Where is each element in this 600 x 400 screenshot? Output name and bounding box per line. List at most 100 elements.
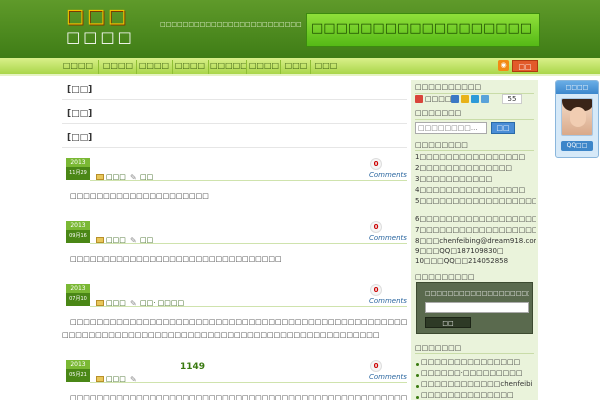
divider [415, 150, 534, 151]
site-header: □□□ □□□□ □□□□□□□□□□□□□□□□□□□□□□□□□ □□□□□□… [0, 0, 600, 58]
divider [62, 99, 407, 100]
nav-separator [136, 60, 137, 74]
qq-chat-button[interactable]: QQ□□ [561, 141, 593, 151]
nav-item-3[interactable]: □□□□ [138, 61, 170, 74]
post-item: 2013 07月10 □□□ ✎ □□· □□□□ 0 Comments □□□… [62, 284, 407, 359]
date-day: 09月16 [66, 230, 90, 243]
post-excerpt: □□□□□□□□□□□□□□□□□□□□□□□□□□□□□□□□□□□□□□□□… [70, 394, 407, 400]
links-widget-title: □□□□□□□□ [415, 141, 468, 149]
nav-item-6[interactable]: □□□□ [248, 61, 280, 74]
search-widget-title: □□□□□□□ [415, 109, 462, 117]
nav-separator [310, 60, 311, 74]
divider [90, 382, 407, 383]
page: □□□ □□□□ □□□□□□□□□□□□□□□□□□□□□□□□□ □□□□□□… [0, 0, 600, 400]
recent-post-link[interactable]: □□□□□□·□□□□□□□□□ [421, 369, 533, 377]
subscribe-label: □□□□□□□□□□□□□□□□□□□ [425, 290, 529, 297]
sidebar-link[interactable]: 1□□□□□□□□□□□□□□□□ [415, 152, 536, 163]
bullet-icon [416, 363, 419, 366]
divider [415, 119, 534, 120]
service-title: □□□□ [556, 81, 598, 94]
date-day: 11月29 [66, 167, 90, 180]
banner-slogan: □□□□□□□□□□□□□□□□□□ [311, 21, 533, 36]
nav-separator [208, 60, 209, 74]
post-item: 2013 05月21 1149 □□□ ✎ 0 Comments □□□□□□□… [62, 360, 407, 400]
share-icon[interactable] [481, 95, 489, 103]
sidebar-link[interactable]: 7□□□□□□□□□□□□□□□□□□□□□□□ [415, 225, 536, 236]
date-badge: 2013 05月21 [66, 360, 90, 382]
nav-item-1[interactable]: □□□□ [62, 61, 94, 74]
recent-post-link[interactable]: □□□□□□□□□□□□chenfeibing.org [421, 380, 533, 388]
nav-item-2[interactable]: □□□□ [102, 61, 134, 74]
share-icon[interactable] [471, 95, 479, 103]
share-icon[interactable] [451, 95, 459, 103]
sidebar-link[interactable]: 9□□□QQ□187109830□ [415, 246, 536, 257]
subscribe-submit-button[interactable]: □□ [425, 317, 471, 328]
sidebar-link[interactable]: 3□□□□□□□□□□□ [415, 174, 536, 185]
subscribe-button[interactable]: □□ [512, 60, 538, 72]
comments-link[interactable]: Comments [369, 171, 407, 179]
recent-widget-title: □□□□□□□ [415, 344, 462, 352]
site-tagline: □□□□□□□□□□□□□□□□□□□□□□□□□□□□□□□□□□□□□□□□… [160, 21, 302, 28]
share-count: 55 [502, 94, 522, 104]
recent-post-link[interactable]: □□□□□□□□□□□□□□ [421, 391, 533, 399]
sidebar-link[interactable]: 2□□□□□□□□□□□□□□ [415, 163, 536, 174]
share-icon[interactable] [415, 95, 423, 103]
comment-count[interactable]: 0 [370, 158, 382, 170]
logo-title[interactable]: □□□ [66, 5, 129, 27]
comments-link[interactable]: Comments [369, 234, 407, 242]
divider [62, 147, 407, 148]
bullet-icon [416, 396, 419, 399]
recent-post-link[interactable]: □□□□□□□□□□□□□□□ [421, 358, 533, 366]
online-service-widget: □□□□ QQ□□ [555, 80, 599, 158]
nav-item-7[interactable]: □□□ [282, 61, 310, 74]
nav-item-8[interactable]: □□□ [312, 61, 340, 74]
search-button[interactable]: □□ [491, 122, 515, 134]
header-banner: □□□□□□□□□□□□□□□□□□ [306, 13, 540, 47]
divider [62, 123, 407, 124]
date-year: 2013 [66, 158, 90, 167]
nav-item-5[interactable]: □□□□□ [210, 61, 246, 74]
comment-count[interactable]: 0 [370, 360, 382, 372]
post-item: 2013 09月16 □□□ ✎ □□ 0 Comments □□□□□□□□□… [62, 221, 407, 281]
sidebar-link[interactable]: 10□□□QQ□□214052858 [415, 256, 536, 267]
nav-separator [98, 60, 99, 74]
category-link-3[interactable]: [□□] [67, 133, 92, 143]
divider [90, 306, 407, 307]
bullet-icon [416, 385, 419, 388]
sidebar-link[interactable]: 6□□□□□□□□□□□□□□□□□□□□□□□□□□□□□□□□□ [415, 214, 536, 225]
sidebar-link[interactable]: 5□□□□□□□□□□□□□□□□□□□□□□□□□□□□□□□□ [415, 196, 536, 207]
email-field[interactable] [425, 302, 529, 313]
divider [415, 353, 534, 354]
avatar [561, 98, 593, 136]
date-badge: 2013 09月16 [66, 221, 90, 243]
subscribe-box: □□□□□□□□□□□□□□□□□□□ □□ [416, 282, 533, 334]
nav-item-4[interactable]: □□□□ [174, 61, 206, 74]
sidebar-link[interactable]: 4□□□□□□□□□□□□□□□□ [415, 185, 536, 196]
comment-count[interactable]: 0 [370, 284, 382, 296]
post-excerpt: □□□□□□□□□□□□□□□□□□□□□ [70, 192, 209, 200]
main-nav: □□□□ □□□□ □□□□ □□□□ □□□□□ □□□□ □□□ □□□ ◉… [0, 58, 600, 76]
post-excerpt: □□□□□□□□□□□□□□□□□□□□□□□□□□□□□□□□ [70, 255, 282, 263]
search-input[interactable] [415, 122, 487, 134]
rss-icon[interactable]: ◉ [498, 60, 509, 71]
comments-link[interactable]: Comments [369, 297, 407, 305]
comments-link[interactable]: Comments [369, 373, 407, 381]
share-icon[interactable] [461, 95, 469, 103]
category-link-2[interactable]: [□□] [67, 109, 92, 119]
nav-separator [246, 60, 247, 74]
nav-separator [172, 60, 173, 74]
sidebar-link[interactable]: 8□□□chenfeibing@dream918.com [415, 236, 536, 247]
post-item: 2013 11月29 □□□ ✎ □□ 0 Comments □□□□□□□□□… [62, 158, 407, 218]
date-year: 2013 [66, 284, 90, 293]
comment-count[interactable]: 0 [370, 221, 382, 233]
divider [90, 180, 407, 181]
post-excerpt-line: □□□□□□□□□□□□□□□□□□□□□□□□□□□□□□□□□□□□□□□□… [62, 331, 380, 339]
subscribe-widget-title: □□□□□□□□□ [415, 273, 475, 281]
sidebar: □□□□□□□□□□ □□□□ 55 □□□□□□□ □□ □□□□□□□□ 1… [411, 80, 538, 400]
date-year: 2013 [66, 360, 90, 369]
date-badge: 2013 07月10 [66, 284, 90, 306]
nav-separator [280, 60, 281, 74]
date-badge: 2013 11月29 [66, 158, 90, 180]
logo-subtitle[interactable]: □□□□ [66, 28, 135, 46]
category-link-1[interactable]: [□□] [67, 85, 92, 95]
